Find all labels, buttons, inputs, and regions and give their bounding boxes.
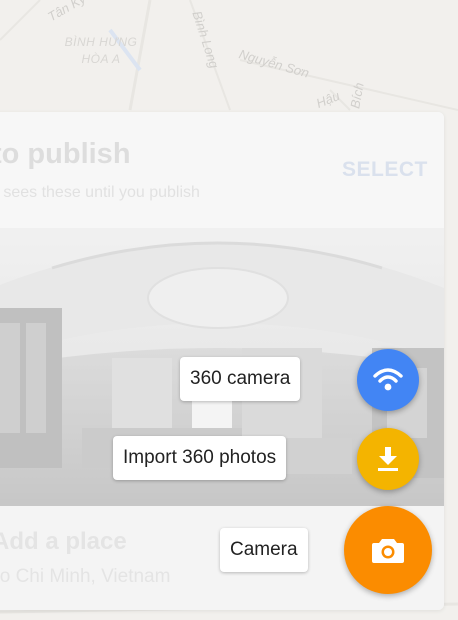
import360-label[interactable]: Import 360 photos <box>113 436 287 480</box>
camera360-button[interactable] <box>357 349 419 411</box>
camera-icon <box>372 539 404 563</box>
download-icon <box>378 447 398 471</box>
camera-button[interactable] <box>344 506 432 594</box>
camera-label[interactable]: Camera <box>220 528 308 572</box>
import360-button[interactable] <box>357 428 419 490</box>
wifi-icon <box>373 368 403 391</box>
camera360-label[interactable]: 360 camera <box>180 357 301 401</box>
